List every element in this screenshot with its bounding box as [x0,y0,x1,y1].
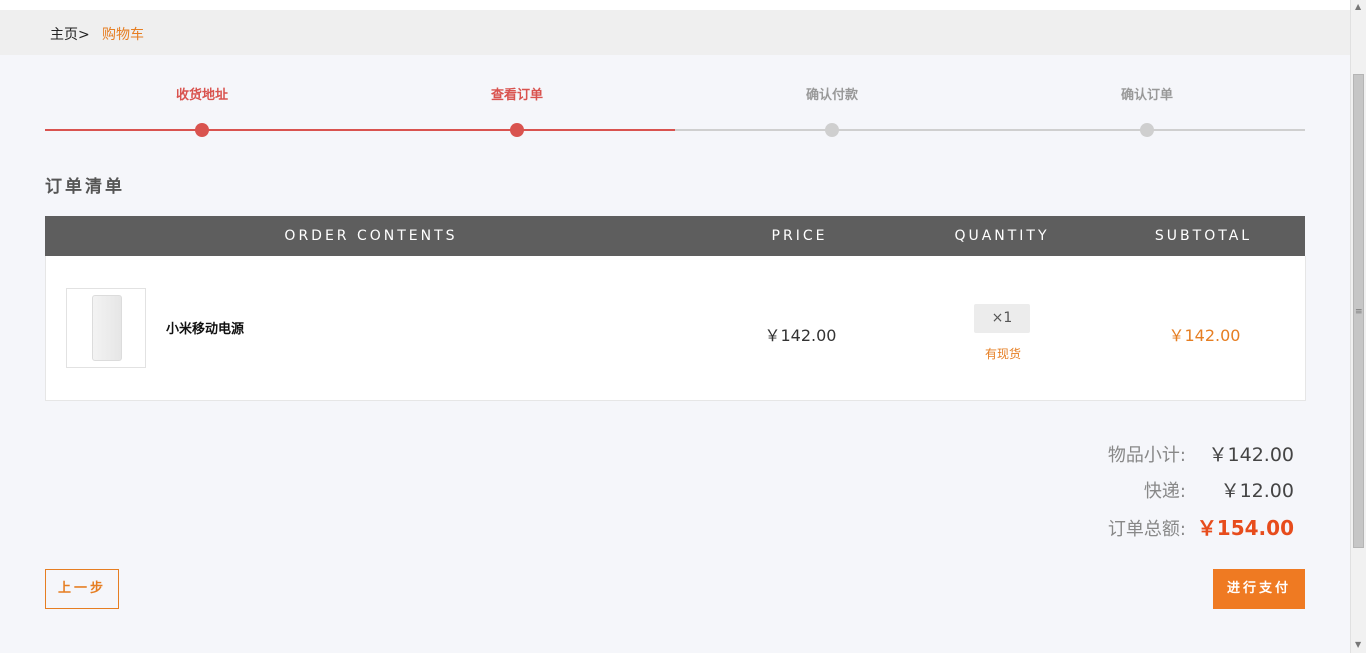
scrollbar-thumb[interactable]: ≡ [1353,74,1364,548]
arrow-up-icon[interactable]: ▲ [1355,2,1361,11]
step-dot-icon [510,123,524,137]
step-confirm-payment: 确认付款 [752,86,912,137]
breadcrumb-current: 购物车 [102,27,144,43]
product-name[interactable]: 小米移动电源 [166,318,244,337]
summary-total: 订单总额: ￥154.00 [1076,515,1294,541]
top-strip [0,0,1350,10]
table-row: 小米移动电源 ￥142.00 ×1 有现货 ￥142.00 [45,256,1306,401]
shipping-value: ￥12.00 [1220,480,1294,502]
order-total-label: 订单总额: [1107,519,1186,540]
shipping-label: 快递: [1143,481,1186,502]
quantity-badge: ×1 [974,304,1030,333]
breadcrumb-home-link[interactable]: 主页> [50,24,90,44]
header-subtotal: SUBTOTAL [1154,228,1253,244]
summary-items: 物品小计: ￥142.00 [1076,442,1294,468]
order-total-value: ￥154.00 [1196,516,1294,540]
power-bank-image [92,295,122,361]
checkout-progress: 收货地址 查看订单 确认付款 确认订单 [45,86,1305,146]
order-table-header: ORDER CONTENTS PRICE QUANTITY SUBTOTAL [45,216,1305,256]
product-subtotal: ￥142.00 [1168,326,1241,345]
step-address: 收货地址 [122,86,282,137]
step-dot-icon [1140,123,1154,137]
step-label: 查看订单 [490,88,543,103]
step-label: 收货地址 [175,88,228,103]
section-title: 订单清单 [45,177,125,197]
progress-line-done [45,129,675,131]
header-order-contents: ORDER CONTENTS [284,228,458,244]
header-quantity: QUANTITY [954,228,1050,244]
arrow-down-icon[interactable]: ▼ [1355,640,1361,649]
pay-button[interactable]: 进行支付 [1213,569,1305,609]
scrollbar[interactable]: ▲ ≡ ▼ [1350,0,1366,653]
header-price: PRICE [771,228,828,244]
product-price: ￥142.00 [764,326,837,345]
step-label: 确认订单 [1120,88,1173,103]
stock-status: 有现货 [984,347,1021,361]
summary-shipping: 快递: ￥12.00 [1076,478,1294,504]
items-subtotal-label: 物品小计: [1107,445,1186,466]
step-label: 确认付款 [805,88,858,103]
breadcrumb: 主页> 购物车 [0,10,1350,55]
previous-step-button[interactable]: 上一步 [45,569,119,609]
step-review-order: 查看订单 [437,86,597,137]
step-dot-icon [825,123,839,137]
grip-icon: ≡ [1355,307,1363,317]
step-confirm-order: 确认订单 [1067,86,1227,137]
product-thumbnail[interactable] [66,288,146,368]
progress-line-pending [675,129,1305,131]
items-subtotal-value: ￥142.00 [1208,444,1294,466]
step-dot-icon [195,123,209,137]
